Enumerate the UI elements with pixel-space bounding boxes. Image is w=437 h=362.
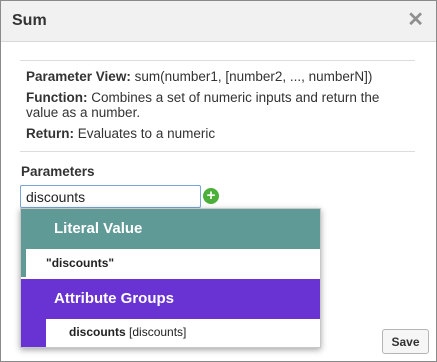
function-line-2: value as a number. (26, 105, 140, 120)
sum-dialog: Sum ✕ Parameter View: sum(number1, [numb… (0, 0, 437, 362)
dialog-header: Sum ✕ (1, 1, 436, 42)
attribute-groups-header: Attribute Groups (21, 279, 320, 319)
top-divider (20, 60, 415, 61)
parameter-input[interactable] (20, 185, 201, 208)
info-divider (20, 151, 415, 152)
option-accent-bar (21, 319, 46, 347)
return-value: Evaluates to a numeric (77, 126, 216, 141)
option-accent-bar (21, 249, 26, 277)
return-label: Return: (26, 126, 74, 141)
literal-value-group-header: Literal Value (21, 209, 320, 249)
literal-value-option[interactable]: "discounts" (21, 249, 320, 277)
parameter-view-value: sum(number1, [number2, ..., numberN]) (134, 69, 373, 84)
parameters-label: Parameters (21, 164, 95, 179)
function-value-line2: value as a number. (26, 105, 141, 120)
attribute-group-option[interactable]: discounts [discounts] (21, 319, 320, 347)
add-parameter-icon[interactable]: + (203, 188, 219, 204)
parameter-view-line: Parameter View: sum(number1, [number2, .… (26, 69, 372, 84)
parameter-view-label: Parameter View: (26, 69, 131, 84)
function-line-1: Function: Combines a set of numeric inpu… (26, 90, 379, 105)
attribute-option-name: discounts (69, 325, 126, 339)
function-label: Function: (26, 90, 88, 105)
attribute-option-group: [discounts] (129, 325, 187, 339)
literal-option-text: "discounts" (46, 256, 115, 270)
return-line: Return: Evaluates to a numeric (26, 126, 215, 141)
dialog-title: Sum (12, 12, 47, 29)
function-value-line1: Combines a set of numeric inputs and ret… (91, 90, 380, 105)
autocomplete-dropdown: Literal Value "discounts" Attribute Grou… (20, 208, 321, 348)
save-button[interactable]: Save (382, 329, 429, 354)
close-icon[interactable]: ✕ (407, 10, 424, 30)
